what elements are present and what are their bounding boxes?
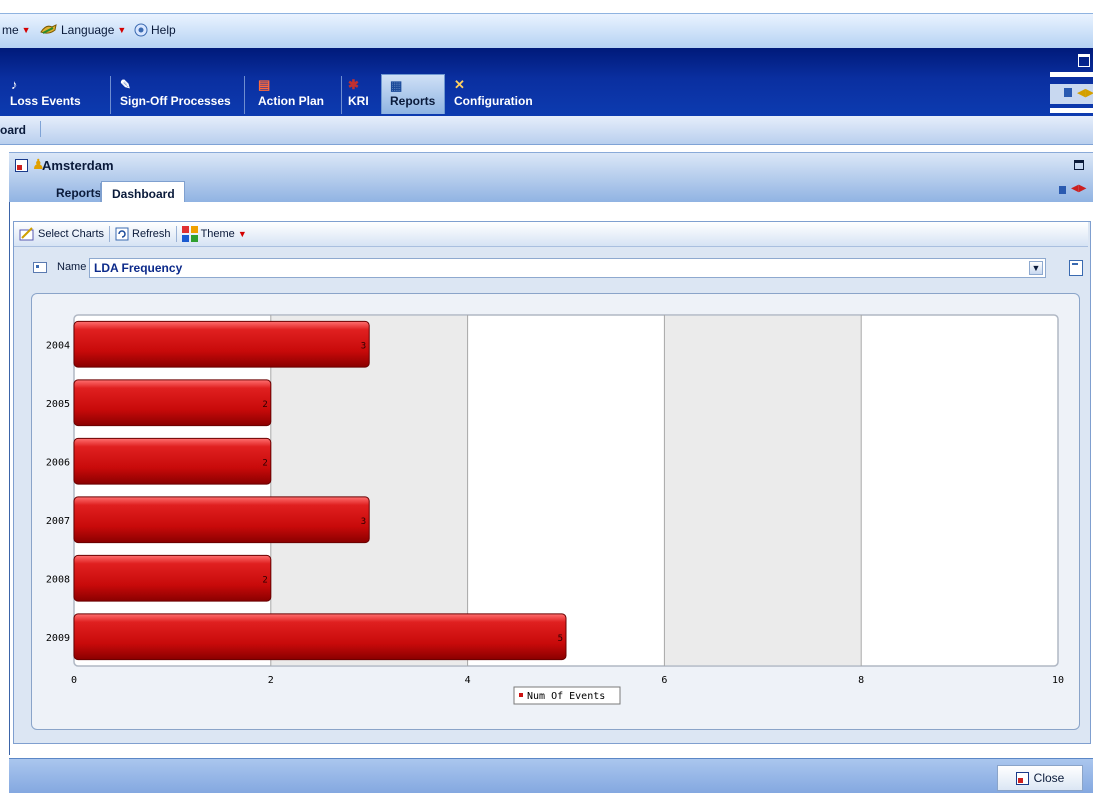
tab-label: Sign-Off Processes <box>120 94 231 108</box>
bar <box>73 613 567 661</box>
maximize-icon[interactable] <box>1074 160 1084 170</box>
tab-configuration[interactable]: ✕ Configuration <box>446 74 556 114</box>
tab-sign-off-processes[interactable]: ✎ Sign-Off Processes <box>112 74 242 114</box>
bar <box>73 437 272 485</box>
kri-icon: ✱ <box>348 77 359 92</box>
help-menu[interactable]: Help <box>134 23 176 37</box>
theme-button[interactable]: Theme ▼ <box>177 226 252 242</box>
close-label: Close <box>1033 771 1065 785</box>
tab-reports[interactable]: ▦ Reports <box>381 74 445 114</box>
data-label: 3 <box>361 517 366 527</box>
y-tick-label: 2006 <box>46 457 70 468</box>
theme-label: Theme <box>200 228 235 240</box>
y-tick-label: 2009 <box>46 633 70 644</box>
tab-action-plan[interactable]: ▤ Action Plan <box>250 74 342 114</box>
data-label: 3 <box>361 341 366 351</box>
maximize-icon[interactable] <box>1078 54 1090 67</box>
name-field-icon <box>33 262 47 273</box>
refresh-icon <box>115 227 129 241</box>
language-menu-label: Language <box>61 23 115 37</box>
prev-next-arrows-icon[interactable]: ◀▶ <box>1077 86 1093 99</box>
tab-kri[interactable]: ✱ KRI <box>340 74 380 114</box>
data-label: 2 <box>262 458 267 468</box>
tab-label: Reports <box>390 94 436 108</box>
page-icon[interactable] <box>1064 88 1072 97</box>
chart-container: 0 2 4 6 8 10 3 2004 2 2005 2 2006 3 2007 2 2008 5 2009 Num… <box>31 293 1080 730</box>
panel-footer: Close <box>9 758 1093 793</box>
help-icon <box>134 23 148 37</box>
y-tick-label: 2005 <box>46 399 70 410</box>
data-label: 5 <box>558 634 563 644</box>
language-icon <box>40 24 57 34</box>
chevron-down-icon: ▼ <box>21 25 31 35</box>
page-icon[interactable] <box>1059 186 1066 194</box>
wrench-icon: ✕ <box>454 77 465 92</box>
refresh-label: Refresh <box>132 228 171 240</box>
panel-title: Amsterdam <box>42 158 114 173</box>
refresh-button[interactable]: Refresh <box>110 227 176 241</box>
help-menu-label: Help <box>151 23 176 37</box>
bar <box>73 496 370 544</box>
tab-label: Action Plan <box>258 94 325 108</box>
chevron-down-icon: ▼ <box>117 25 127 35</box>
x-tick-label: 8 <box>858 675 864 686</box>
name-select-value: LDA Frequency <box>94 261 183 275</box>
chart-toolbar: Select Charts Refresh Theme ▼ <box>14 222 1088 247</box>
tab-label: Dashboard <box>112 186 175 201</box>
bar <box>73 554 272 602</box>
bar-chart: 0 2 4 6 8 10 3 2004 2 2005 2 2006 3 2007 2 2008 5 2009 Num… <box>46 314 1064 705</box>
breadcrumb-item[interactable]: oard <box>0 123 26 137</box>
bar <box>73 320 370 368</box>
theme-menu-label: me <box>2 23 19 37</box>
legend-swatch <box>519 693 523 697</box>
x-tick-label: 10 <box>1052 675 1064 686</box>
chart-settings-icon[interactable] <box>1069 260 1083 276</box>
y-tick-label: 2008 <box>46 574 70 585</box>
grid-band <box>270 316 468 665</box>
data-label: 2 <box>262 400 267 410</box>
tab-label: KRI <box>348 94 369 108</box>
grid-band <box>664 316 862 665</box>
name-label: Name <box>57 261 87 273</box>
close-icon <box>1015 771 1029 785</box>
divider <box>1050 108 1093 113</box>
select-charts-label: Select Charts <box>38 228 105 240</box>
divider <box>1050 72 1093 77</box>
x-tick-label: 0 <box>71 675 77 686</box>
nav-arrows-box: ◀▶ <box>1050 84 1093 104</box>
select-charts-button[interactable]: Select Charts <box>14 227 109 241</box>
tab-loss-events[interactable]: ♪ Loss Events <box>0 74 104 114</box>
bar <box>73 379 272 427</box>
sign-off-icon: ✎ <box>120 77 131 92</box>
report-window-icon <box>15 159 28 172</box>
top-menu-bar: me ▼ Language ▼ Help <box>0 13 1093 49</box>
close-button[interactable]: Close <box>997 765 1083 791</box>
breadcrumb: oard <box>0 116 1093 145</box>
module-tab-bar: ♪ Loss Events ✎ Sign-Off Processes ▤ Act… <box>0 48 1093 116</box>
chevron-down-icon: ▼ <box>237 229 247 239</box>
data-label: 2 <box>262 575 267 585</box>
select-charts-icon <box>19 227 34 241</box>
loss-events-icon: ♪ <box>11 77 18 92</box>
x-tick-label: 4 <box>465 675 471 686</box>
theme-icon <box>181 226 198 242</box>
breadcrumb-separator <box>40 121 41 137</box>
plot-area <box>73 314 1059 667</box>
y-tick-label: 2007 <box>46 516 70 527</box>
tab-label: Loss Events <box>10 94 81 108</box>
tab-label: Configuration <box>454 94 533 108</box>
prev-next-arrows-icon[interactable]: ◀▶ <box>1071 183 1086 194</box>
x-tick-label: 2 <box>268 675 274 686</box>
name-select[interactable]: LDA Frequency ▼ <box>89 258 1046 278</box>
legend-label: Num Of Events <box>527 691 605 702</box>
reports-icon: ▦ <box>390 78 403 93</box>
language-menu[interactable]: Language ▼ <box>40 23 126 37</box>
chevron-down-icon[interactable]: ▼ <box>1029 261 1043 275</box>
y-tick-label: 2004 <box>46 340 70 351</box>
x-tick-label: 6 <box>661 675 667 686</box>
theme-menu[interactable]: me ▼ <box>2 23 31 37</box>
action-plan-icon: ▤ <box>258 77 271 92</box>
tab-label: Reports <box>56 186 102 200</box>
name-row: Name LDA Frequency ▼ <box>14 256 1088 280</box>
